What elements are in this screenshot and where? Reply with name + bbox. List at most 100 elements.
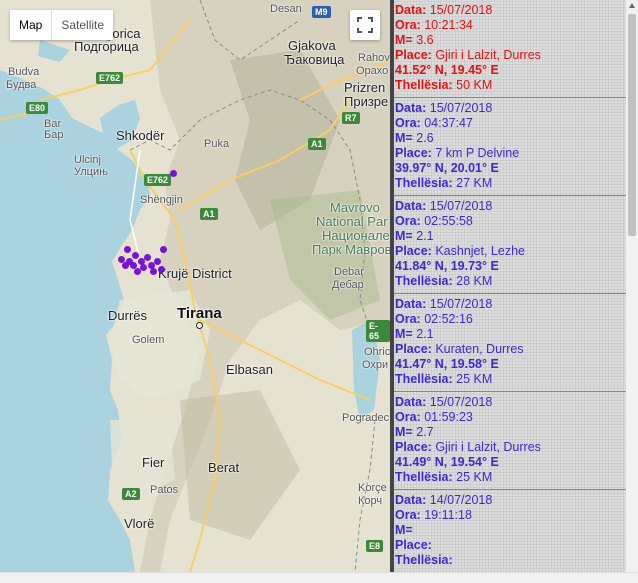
- entry-place-row: Place: Gjiri i Lalzit, Durres: [395, 48, 624, 63]
- entry-ora-label: Ora:: [395, 18, 421, 32]
- entry-m-label: M=: [395, 229, 413, 243]
- map-label-puka: Puka: [204, 138, 230, 150]
- entry-data-value: 14/07/2018: [429, 493, 493, 507]
- entry-data-label: Data:: [395, 493, 427, 507]
- entry-place-value: Gjiri i Lalzit, Durres: [435, 48, 541, 62]
- entry-data-label: Data:: [395, 3, 427, 17]
- entry-thellesia-value: 25 KM: [456, 470, 493, 484]
- fullscreen-button[interactable]: [350, 10, 380, 40]
- entry-coords-row: 41.84° N, 19.73° E: [395, 259, 624, 274]
- entry-ora-value: 02:52:16: [424, 312, 473, 326]
- map-label-podgorica-cyr: Подгорица: [74, 39, 139, 54]
- earthquake-list[interactable]: Data: 15/07/2018 Ora: 10:21:34 M= 3.6 Place…: [394, 0, 626, 572]
- map-label-budva: Budva: [8, 66, 40, 78]
- earthquake-marker[interactable]: [150, 268, 157, 275]
- horizontal-scrollbar[interactable]: [0, 572, 638, 583]
- map-label-rahovec-cyr: Орахо: [356, 65, 389, 77]
- entry-data-row: Data: 15/07/2018: [395, 395, 624, 410]
- earthquake-entry[interactable]: Data: 15/07/2018 Ora: 02:55:58 M= 2.1 Place…: [394, 196, 626, 294]
- entry-data-value: 15/07/2018: [429, 3, 493, 17]
- scrollbar-thumb[interactable]: [628, 14, 636, 236]
- entry-ora-value: 02:55:58: [424, 214, 473, 228]
- entry-thellesia-label: Thellësia:: [395, 274, 453, 288]
- entry-coords-value: 41.52° N, 19.45° E: [395, 63, 499, 77]
- entry-data-row: Data: 14/07/2018: [395, 493, 624, 508]
- vertical-scrollbar[interactable]: [626, 0, 638, 572]
- earthquake-marker[interactable]: [134, 268, 141, 275]
- map-label-gjakova: Gjakova: [288, 38, 336, 53]
- entry-thellesia-row: Thellësia: 50 KM: [395, 78, 624, 93]
- earthquake-marker[interactable]: [170, 170, 177, 177]
- map-label-ohrid: Ohric: [364, 346, 390, 358]
- entry-coords-value: 41.47° N, 19.58° E: [395, 357, 499, 371]
- entry-m-label: M=: [395, 33, 413, 47]
- earthquake-marker[interactable]: [160, 246, 167, 253]
- entry-m-row: M= 2.1: [395, 229, 624, 244]
- entry-m-label: M=: [395, 131, 413, 145]
- entry-thellesia-label: Thellësia:: [395, 78, 453, 92]
- map-label-ohrid-cyr: Охри: [362, 359, 389, 371]
- map-type-satellite-button[interactable]: Satellite: [51, 10, 114, 40]
- earthquake-marker[interactable]: [154, 258, 161, 265]
- entry-ora-label: Ora:: [395, 116, 421, 130]
- entry-coords-value: 41.49° N, 19.54° E: [395, 455, 499, 469]
- entry-place-row: Place: Gjiri i Lalzit, Durres: [395, 440, 624, 455]
- earthquake-entry[interactable]: Data: 14/07/2018 Ora: 19:11:18 M= Place: T…: [394, 490, 626, 572]
- entry-place-label: Place:: [395, 48, 432, 62]
- road-shield: A1: [308, 138, 326, 150]
- road-shield: E762: [96, 72, 124, 84]
- scroll-up-icon[interactable]: [629, 3, 635, 8]
- map-label-vlore: Vlorë: [124, 516, 155, 531]
- map-view[interactable]: Desan Podgorica Подгорица Budva Будва Ba…: [0, 0, 390, 572]
- entry-thellesia-label: Thellësia:: [395, 470, 453, 484]
- entry-ora-row: Ora: 19:11:18: [395, 508, 624, 523]
- map-label-ulcinj: Ulcinj: [74, 154, 101, 166]
- earthquake-marker[interactable]: [144, 254, 151, 261]
- map-label-korce: Korçe: [358, 482, 387, 494]
- entry-ora-value: 19:11:18: [424, 508, 472, 522]
- entry-data-row: Data: 15/07/2018: [395, 101, 624, 116]
- entry-ora-row: Ora: 01:59:23: [395, 410, 624, 425]
- entry-coords-value: 41.84° N, 19.73° E: [395, 259, 499, 273]
- entry-place-value: 7 km P Delvine: [435, 146, 520, 160]
- map-type-map-button[interactable]: Map: [10, 10, 52, 40]
- earthquake-marker[interactable]: [132, 252, 139, 259]
- road-shield: E-65: [366, 320, 390, 342]
- earthquake-marker[interactable]: [122, 262, 129, 269]
- road-shield: A1: [200, 208, 218, 220]
- entry-thellesia-value: 28 KM: [456, 274, 493, 288]
- earthquake-entry[interactable]: Data: 15/07/2018 Ora: 10:21:34 M= 3.6 Place…: [394, 0, 626, 98]
- entry-data-label: Data:: [395, 101, 427, 115]
- tirana-capital-icon: [196, 322, 203, 329]
- entry-thellesia-row: Thellësia: 25 KM: [395, 372, 624, 387]
- entry-ora-value: 04:37:47: [424, 116, 473, 130]
- entry-m-value: 3.6: [416, 33, 434, 47]
- map-label-shkoder: Shkodër: [116, 128, 165, 143]
- map-label-mavrovo-park: National Par: [316, 214, 388, 229]
- map-label-prizren: Prizren: [344, 80, 386, 95]
- entry-place-label: Place:: [395, 538, 432, 552]
- earthquake-marker[interactable]: [124, 246, 131, 253]
- map-label-golem: Golem: [132, 334, 165, 346]
- entry-ora-row: Ora: 10:21:34: [395, 18, 624, 33]
- road-shield: R7: [342, 112, 360, 124]
- entry-thellesia-row: Thellësia: 28 KM: [395, 274, 624, 289]
- entry-place-value: Kashnjet, Lezhe: [435, 244, 525, 258]
- entry-thellesia-row: Thellësia: 27 KM: [395, 176, 624, 191]
- earthquake-entry[interactable]: Data: 15/07/2018 Ora: 04:37:47 M= 2.6 Place…: [394, 98, 626, 196]
- entry-coords-row: 41.47° N, 19.58° E: [395, 357, 624, 372]
- earthquake-marker[interactable]: [140, 264, 147, 271]
- earthquake-entry[interactable]: Data: 15/07/2018 Ora: 02:52:16 M= 2.1 Place…: [394, 294, 626, 392]
- entry-ora-label: Ora:: [395, 312, 421, 326]
- entry-ora-value: 10:21:34: [424, 18, 473, 32]
- entry-m-row: M= 2.6: [395, 131, 624, 146]
- road-shield: M9: [312, 6, 331, 18]
- entry-place-label: Place:: [395, 440, 432, 454]
- map-label-bar-cyr: Бар: [44, 129, 64, 141]
- entry-thellesia-label: Thellësia:: [395, 176, 453, 190]
- map-label-pogradec: Pogradec: [342, 412, 390, 424]
- map-label-debar: Debar: [334, 266, 364, 278]
- earthquake-marker[interactable]: [158, 266, 165, 273]
- earthquake-entry[interactable]: Data: 15/07/2018 Ora: 01:59:23 M= 2.7 Place…: [394, 392, 626, 490]
- map-label-tirana: Tirana: [177, 305, 222, 322]
